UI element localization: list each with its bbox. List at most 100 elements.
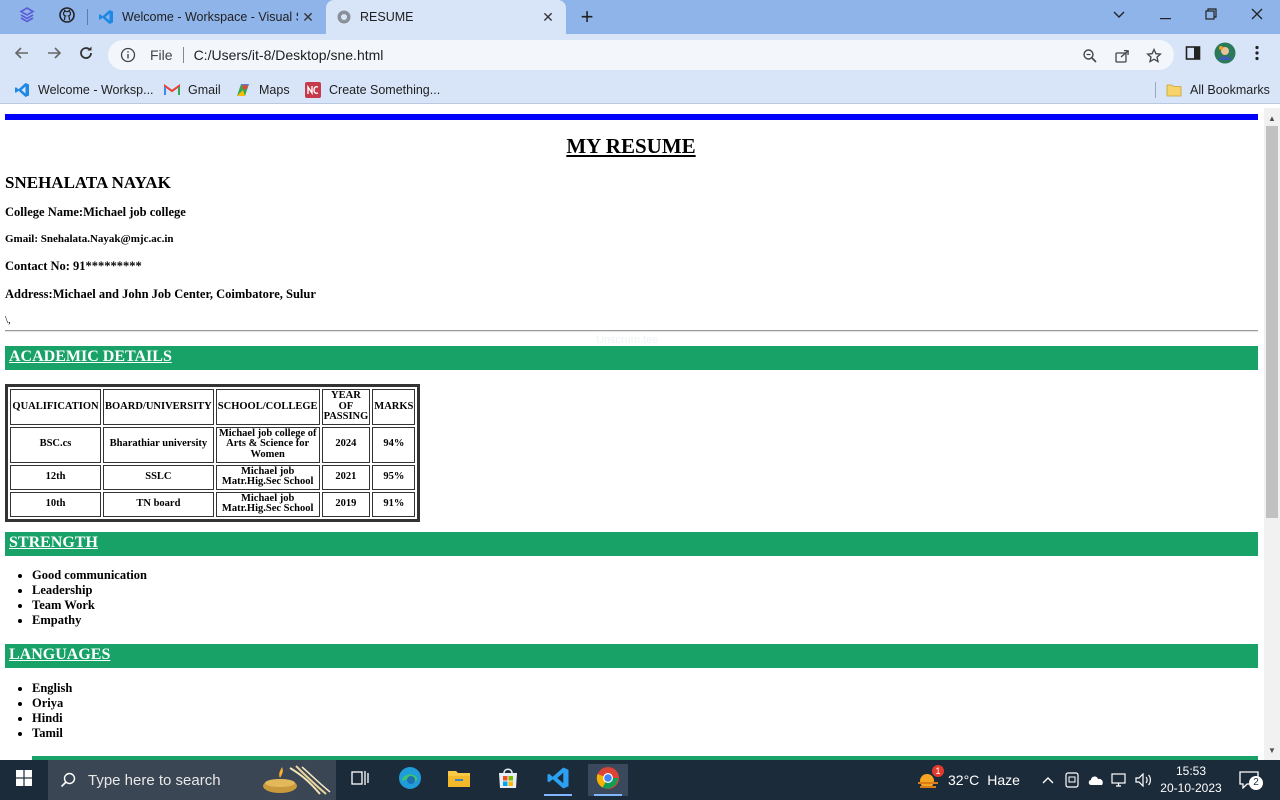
vscode-icon: [546, 766, 570, 795]
vscode-icon: [14, 82, 30, 98]
reload-button[interactable]: [72, 41, 100, 69]
table-header-row: QUALIFICATION BOARD/UNIVERSITY SCHOOL/CO…: [10, 389, 416, 425]
scroll-thumb[interactable]: [1266, 126, 1278, 518]
table-cell: 91%: [372, 491, 416, 517]
minimize-button[interactable]: [1142, 0, 1188, 30]
list-item: Tamil: [32, 726, 72, 741]
pinned-tab-extension[interactable]: [8, 0, 46, 34]
horizontal-rule: [5, 330, 1258, 332]
edge-icon: [398, 766, 422, 795]
section-header-languages: LANGUAGES: [5, 644, 1258, 668]
weather-widget[interactable]: 1 32°C Haze: [916, 760, 1020, 800]
scroll-up-icon[interactable]: ▲: [1264, 110, 1280, 126]
list-item: Good communication: [32, 568, 147, 583]
github-icon: [59, 6, 75, 28]
windows-logo-icon: [16, 769, 32, 791]
scroll-down-icon[interactable]: ▼: [1264, 742, 1280, 758]
browser-toolbar: File C:/Users/it-8/Desktop/sne.html: [0, 34, 1280, 76]
academic-details-table: QUALIFICATION BOARD/UNIVERSITY SCHOOL/CO…: [5, 384, 421, 522]
tab-title: RESUME: [360, 10, 414, 24]
folder-icon: [447, 768, 471, 793]
back-button[interactable]: [8, 41, 36, 69]
faint-overlay-text: Unscrum.tee: [596, 334, 659, 346]
cloud-icon[interactable]: [1086, 770, 1106, 790]
menu-button[interactable]: [1246, 44, 1268, 66]
network-icon[interactable]: [1110, 770, 1130, 790]
chrome-taskbar-button[interactable]: [588, 764, 628, 796]
contact-number: Contact No: 91*********: [5, 259, 142, 273]
task-view-button[interactable]: [340, 764, 380, 796]
bookmark-label: Maps: [259, 83, 290, 97]
bookmark-label: Create Something...: [329, 83, 441, 97]
notification-center-button[interactable]: 2: [1236, 768, 1263, 792]
store-button[interactable]: [488, 764, 528, 796]
share-icon[interactable]: [1112, 46, 1132, 66]
diya-search-highlight-icon: [260, 764, 332, 798]
side-panel-button[interactable]: [1182, 44, 1204, 66]
address-bar[interactable]: File C:/Users/it-8/Desktop/sne.html: [108, 40, 1174, 70]
profile-button[interactable]: [1214, 42, 1236, 66]
all-bookmarks-button[interactable]: All Bookmarks: [1166, 80, 1270, 100]
list-item: English: [32, 681, 72, 696]
browser-tab-strip: Welcome - Workspace - Visual S ✕ RESUME …: [0, 0, 1280, 34]
close-icon[interactable]: ✕: [298, 7, 318, 27]
page-title: MY RESUME: [566, 134, 696, 158]
weather-sun-icon: 1: [916, 765, 944, 792]
arrow-right-icon: [46, 45, 62, 66]
tab-resume[interactable]: RESUME ✕: [326, 0, 566, 34]
person-name: SNEHALATA NAYAK: [5, 173, 171, 192]
taskbar-search-box[interactable]: Type here to search: [48, 760, 336, 800]
bookmark-welcome[interactable]: Welcome - Worksp...: [14, 80, 154, 100]
start-button[interactable]: [4, 764, 44, 796]
address-url[interactable]: C:/Users/it-8/Desktop/sne.html: [194, 47, 384, 63]
notification-icon: 2: [1239, 771, 1263, 790]
meet-icon[interactable]: [1062, 770, 1082, 790]
reload-icon: [78, 45, 94, 66]
table-row: BSC.cs Bharathiar university Michael job…: [10, 426, 416, 463]
table-cell: TN board: [103, 491, 214, 517]
section-header-academic: ACADEMIC DETAILS: [5, 346, 1258, 370]
info-icon[interactable]: [118, 47, 138, 63]
table-cell: Michael job Matr.Hig.Sec School: [215, 491, 320, 517]
strength-list: Good communication Leadership Team Work …: [32, 568, 147, 628]
zoom-icon[interactable]: [1080, 46, 1100, 66]
clock-date: 20-10-2023: [1160, 781, 1222, 795]
store-icon: [497, 767, 519, 794]
tab-search-button[interactable]: [1096, 0, 1142, 30]
restore-button[interactable]: [1188, 0, 1234, 30]
vertical-scrollbar[interactable]: ▲ ▼: [1264, 108, 1280, 760]
table-cell: 2024: [321, 426, 371, 463]
bookmark-create[interactable]: Create Something...: [305, 80, 440, 100]
close-icon: [1251, 7, 1263, 23]
globe-icon: [336, 9, 352, 25]
column-header: YEAR OF PASSING: [321, 389, 371, 425]
edge-taskbar-button[interactable]: [390, 764, 430, 796]
bookmark-star-icon[interactable]: [1144, 46, 1164, 66]
bookmark-label: All Bookmarks: [1190, 83, 1270, 97]
create-icon: [305, 82, 321, 98]
column-header: SCHOOL/COLLEGE: [215, 389, 320, 425]
minimize-icon: [1159, 7, 1171, 23]
speaker-icon[interactable]: [1134, 770, 1154, 790]
postal-address: Address:Michael and John Job Center, Coi…: [5, 287, 316, 301]
pinned-tab-github[interactable]: [48, 0, 86, 34]
column-header: MARKS: [372, 389, 416, 425]
address-divider: [182, 47, 184, 63]
tab-welcome-workspace[interactable]: Welcome - Workspace - Visual S ✕: [88, 0, 326, 34]
table-row: 10th TN board Michael job Matr.Hig.Sec S…: [10, 491, 416, 517]
weather-description: Haze: [987, 772, 1020, 788]
clock-time: 15:53: [1175, 764, 1207, 778]
file-explorer-button[interactable]: [439, 764, 479, 796]
close-icon[interactable]: ✕: [538, 7, 558, 27]
forward-button[interactable]: [40, 41, 68, 69]
bookmark-gmail[interactable]: Gmail: [164, 80, 221, 100]
active-indicator: [544, 794, 572, 796]
table-cell: Michael job Matr.Hig.Sec School: [215, 464, 320, 490]
bookmarks-bar: Welcome - Worksp... Gmail Maps Create So…: [0, 76, 1280, 104]
close-window-button[interactable]: [1234, 0, 1280, 30]
vscode-taskbar-button[interactable]: [538, 764, 578, 796]
chevron-up-icon[interactable]: [1038, 770, 1058, 790]
bookmark-maps[interactable]: Maps: [235, 80, 290, 100]
system-clock[interactable]: 15:53 20-10-2023: [1158, 763, 1224, 797]
new-tab-button[interactable]: +: [574, 4, 600, 29]
